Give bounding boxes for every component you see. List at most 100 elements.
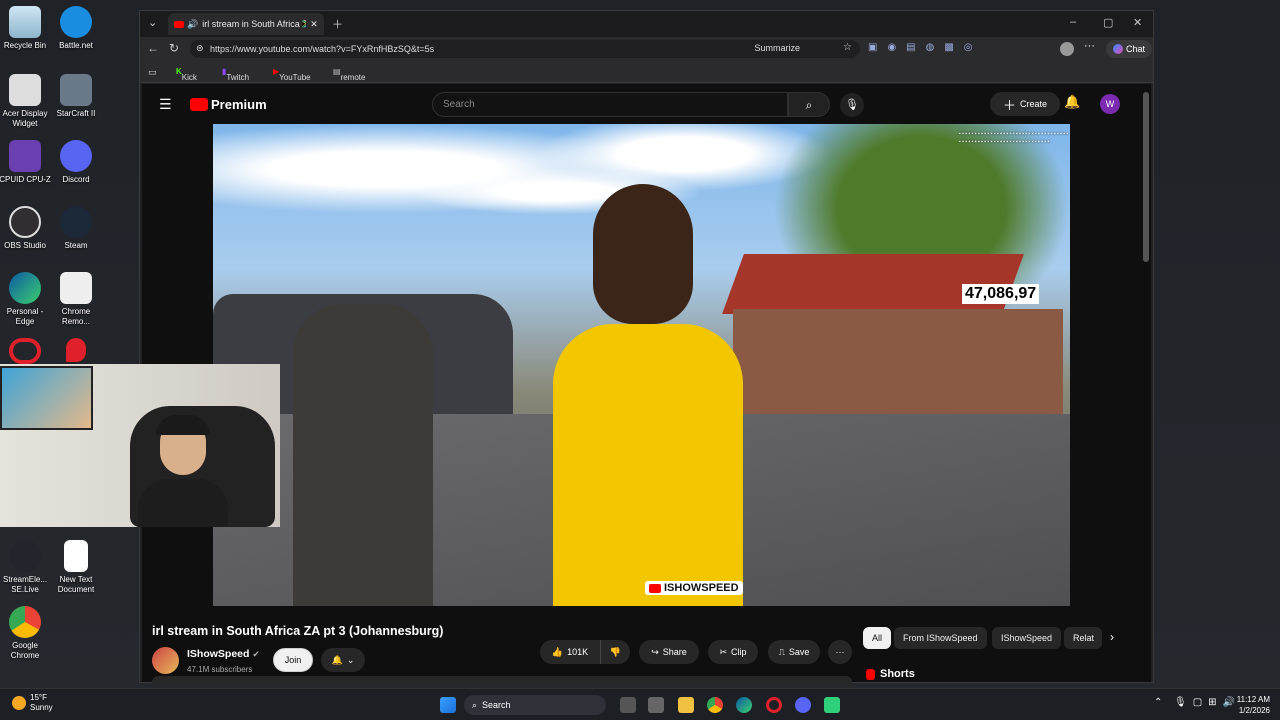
- desktop-icon-acer-widget[interactable]: Acer Display Widget: [0, 74, 53, 129]
- summarize-button[interactable]: Summarize: [754, 43, 800, 53]
- clock[interactable]: 11:12 AM 1/2/2026: [1232, 694, 1270, 716]
- description-box[interactable]: [152, 676, 852, 686]
- chat-overlay: ▪ ▪ ▪ ▪ ▪ ▪ ▪ ▪ ▪ ▪ ▪ ▪ ▪ ▪ ▪ ▪ ▪ ▪ ▪ ▪ …: [959, 131, 1069, 145]
- bookmark-remote[interactable]: ▤ remote: [333, 67, 365, 82]
- browser-tab[interactable]: 🔊 irl stream in South Africa 🇿🇦 pt 3 ✕: [168, 13, 324, 35]
- youtube-logo-icon: [190, 98, 208, 111]
- desktop-icon-recycle-bin[interactable]: Recycle Bin: [0, 6, 53, 51]
- chat-label: Chat: [1125, 44, 1145, 54]
- weather-desc: Sunny: [30, 703, 53, 712]
- user-avatar[interactable]: W: [1100, 94, 1120, 114]
- desktop-icon-starcraft[interactable]: StarCraft II: [48, 74, 104, 119]
- favorite-star-icon[interactable]: ☆: [843, 42, 852, 53]
- desktop-icon-steam[interactable]: Steam: [48, 206, 104, 251]
- desktop-icon-opera[interactable]: [0, 338, 53, 367]
- weather-widget[interactable]: 15°F Sunny: [12, 693, 53, 713]
- starcraft-icon: [60, 74, 92, 106]
- bookmark-kick[interactable]: K Kick: [176, 67, 197, 82]
- tab-close-icon[interactable]: ✕: [310, 19, 318, 30]
- steam-icon: [60, 206, 92, 238]
- channel-name[interactable]: IShowSpeed ✔: [187, 648, 260, 660]
- file-explorer-icon[interactable]: [678, 697, 694, 713]
- reload-icon[interactable]: ↻: [169, 41, 179, 55]
- video-player[interactable]: ▪ ▪ ▪ ▪ ▪ ▪ ▪ ▪ ▪ ▪ ▪ ▪ ▪ ▪ ▪ ▪ ▪ ▪ ▪ ▪ …: [213, 124, 1070, 606]
- desktop-icon-text-document[interactable]: New Text Document: [48, 540, 104, 595]
- chrome-icon: [9, 606, 41, 638]
- join-label: Join: [284, 655, 302, 665]
- reading-list-icon[interactable]: ▭: [148, 67, 157, 78]
- thumbs-down-icon: 👎: [609, 646, 622, 657]
- discord-taskbar-icon[interactable]: [795, 697, 811, 713]
- desktop-icon-streamelements[interactable]: StreamEle... SE.Live: [0, 540, 53, 595]
- more-actions-button[interactable]: ···: [828, 640, 852, 664]
- taskbar: 15°F Sunny ⌕ Search ⌃ 🎙▢⊞🔊 11:12 AM 1/2/2…: [0, 688, 1280, 720]
- maximize-icon[interactable]: ▢: [1103, 16, 1113, 29]
- streamelements-icon: [9, 540, 41, 572]
- shorts-heading: Shorts: [866, 668, 915, 680]
- tray-icons[interactable]: 🎙▢⊞🔊: [1174, 697, 1241, 708]
- youtube-page: ☰ Premium Search ⌕ 🎙 ＋ Create 🔔 W ▪ ▪ ▪ …: [142, 84, 1151, 686]
- like-button[interactable]: 👍 101K: [540, 640, 600, 664]
- bookmark-twitch[interactable]: ▮ Twitch: [222, 67, 249, 82]
- create-button[interactable]: ＋ Create: [990, 92, 1060, 116]
- tab-bar: ⌄ 🔊 irl stream in South Africa 🇿🇦 pt 3 ✕…: [140, 11, 1153, 37]
- app-taskbar-icon[interactable]: [824, 697, 840, 713]
- dislike-button[interactable]: 👎: [600, 640, 630, 664]
- taskbar-search[interactable]: ⌕ Search: [464, 695, 606, 715]
- site-info-icon[interactable]: ⊜: [196, 43, 204, 54]
- desktop-icon-obs[interactable]: OBS Studio: [0, 206, 53, 251]
- clip-button[interactable]: ✂ Clip: [708, 640, 758, 664]
- edge-taskbar-icon[interactable]: [736, 697, 752, 713]
- channel-watermark: ISHOWSPEED: [645, 581, 743, 595]
- save-button[interactable]: ⎍ Save: [768, 640, 820, 664]
- search-input[interactable]: Search: [432, 92, 788, 117]
- subscriber-count: 47.1M subscribers: [187, 665, 253, 674]
- chip-all[interactable]: All: [863, 627, 892, 649]
- channel-avatar[interactable]: [152, 647, 179, 674]
- bookmark-label: Twitch: [226, 73, 250, 82]
- desktop-icon-google-chrome[interactable]: Google Chrome: [0, 606, 53, 661]
- speaker-icon[interactable]: 🔊: [187, 19, 198, 30]
- chips-next-icon[interactable]: ›: [1110, 630, 1114, 644]
- desktop-icon-chrome-remote[interactable]: Chrome Remo...: [48, 272, 104, 327]
- scrollbar[interactable]: [1143, 92, 1149, 262]
- webcam-overlay: [0, 364, 280, 527]
- minimize-icon[interactable]: –: [1070, 16, 1076, 28]
- bell-icon: 🔔: [331, 654, 343, 665]
- tray-chevron-icon[interactable]: ⌃: [1154, 697, 1162, 708]
- hamburger-menu-icon[interactable]: ☰: [159, 96, 172, 113]
- chip-related[interactable]: Relat: [1064, 627, 1102, 649]
- task-view-icon[interactable]: [620, 697, 636, 713]
- chip-channel[interactable]: IShowSpeed: [992, 627, 1062, 649]
- opera-taskbar-icon[interactable]: [766, 697, 782, 713]
- subscribe-bell-button[interactable]: 🔔 ⌄: [321, 648, 365, 672]
- desktop-icon-label: StarCraft II: [56, 109, 96, 118]
- close-window-icon[interactable]: ✕: [1133, 16, 1142, 29]
- search-button[interactable]: ⌕: [788, 92, 830, 117]
- obs-icon: [9, 206, 41, 238]
- desktop-icon-discord[interactable]: Discord: [48, 140, 104, 185]
- more-menu-icon[interactable]: ···: [1084, 40, 1095, 52]
- extension-icons[interactable]: ▣◉▤◍▩◎: [868, 42, 983, 53]
- new-tab-icon[interactable]: ＋: [332, 16, 343, 32]
- desktop-icon-edge[interactable]: Personal - Edge: [0, 272, 53, 327]
- desktop-icon-battlenet[interactable]: Battle.net: [48, 6, 104, 51]
- chrome-remote-icon: [60, 272, 92, 304]
- desktop-icon-cpuz[interactable]: CPUID CPU-Z: [0, 140, 53, 185]
- back-icon[interactable]: ←: [147, 41, 159, 55]
- desktop-icon-maps[interactable]: [48, 338, 104, 365]
- join-button[interactable]: Join: [273, 648, 313, 672]
- notifications-bell-icon[interactable]: 🔔: [1064, 94, 1080, 110]
- tab-list-icon[interactable]: ⌄: [148, 16, 157, 29]
- start-icon[interactable]: [440, 697, 456, 713]
- chat-button[interactable]: Chat: [1106, 40, 1152, 58]
- chrome-taskbar-icon[interactable]: [707, 697, 723, 713]
- bookmark-youtube[interactable]: ▶ YouTube: [273, 67, 311, 82]
- youtube-logo[interactable]: Premium: [190, 97, 267, 112]
- url-field[interactable]: ⊜ https://www.youtube.com/watch?v=FYxRnf…: [190, 40, 860, 58]
- widgets-icon[interactable]: [648, 697, 664, 713]
- chip-from-channel[interactable]: From IShowSpeed: [894, 627, 987, 649]
- profile-avatar[interactable]: [1060, 42, 1074, 56]
- voice-search-icon[interactable]: 🎙: [840, 93, 864, 117]
- share-button[interactable]: ↪ Share: [639, 640, 699, 664]
